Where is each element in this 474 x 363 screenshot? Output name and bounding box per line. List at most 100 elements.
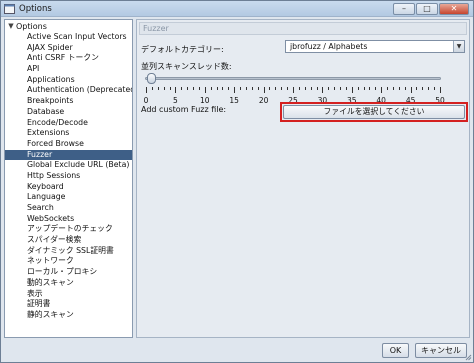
slider-tick xyxy=(340,87,342,90)
tree-item[interactable]: 証明書 xyxy=(5,299,132,310)
slider-tick xyxy=(216,87,218,90)
tree-item[interactable]: Breakpoints xyxy=(5,96,132,107)
window-title: Options xyxy=(19,4,52,14)
tree-item[interactable]: Applications xyxy=(5,75,132,86)
default-category-label: デフォルトカテゴリー: xyxy=(141,45,224,54)
tree-item[interactable]: Database xyxy=(5,107,132,118)
window-controls: – □ ✕ xyxy=(393,3,469,15)
slider-thumb[interactable] xyxy=(147,73,157,84)
slider-tick xyxy=(245,87,247,90)
slider-tick xyxy=(269,87,271,90)
slider-tick xyxy=(345,87,347,90)
threads-slider[interactable]: 0 5 10 15 20 25 30 35 40 45 50 xyxy=(143,73,445,105)
slider-tick xyxy=(351,87,353,93)
slider-tick-label: 0 xyxy=(143,96,149,105)
slider-tick xyxy=(275,87,277,90)
slider-tick xyxy=(175,87,177,93)
slider-tick xyxy=(240,87,242,90)
slider-tick xyxy=(251,87,253,90)
panel-title: Fuzzer xyxy=(139,22,467,35)
tree-item[interactable]: 表示 xyxy=(5,289,132,300)
tree-item[interactable]: Forced Browse xyxy=(5,139,132,150)
options-window: Options – □ ✕ ▼ Options Active Scan Inpu… xyxy=(0,0,474,363)
tree-item[interactable]: Active Scan Input Vectors xyxy=(5,32,132,43)
tree-item[interactable]: Language xyxy=(5,192,132,203)
slider-tick xyxy=(369,87,371,90)
slider-track[interactable] xyxy=(145,77,441,80)
cancel-button[interactable]: キャンセル xyxy=(415,343,467,358)
slider-tick xyxy=(151,87,153,90)
tree-item[interactable]: Fuzzer xyxy=(5,149,132,161)
tree-item[interactable]: API xyxy=(5,64,132,75)
tree-item[interactable]: Search xyxy=(5,203,132,214)
slider-tick xyxy=(404,87,406,90)
slider-tick xyxy=(440,87,441,93)
slider-tick xyxy=(204,87,206,93)
slider-tick xyxy=(422,87,424,90)
tree-item[interactable]: Encode/Decode xyxy=(5,118,132,129)
close-button[interactable]: ✕ xyxy=(439,3,469,15)
options-tree[interactable]: ▼ Options Active Scan Input Vectors AJAX … xyxy=(4,19,133,338)
slider-tick-label: 20 xyxy=(258,96,269,105)
tree-item[interactable]: 動的スキャン xyxy=(5,278,132,289)
slider-tick xyxy=(210,87,212,90)
slider-tick xyxy=(434,87,436,90)
slider-tick-label: 10 xyxy=(200,96,210,105)
choose-file-button[interactable]: ファイルを選択してください xyxy=(283,105,465,119)
title-bar[interactable]: Options – □ ✕ xyxy=(1,1,473,17)
fuzz-file-label: Add custom Fuzz file: xyxy=(141,105,227,114)
slider-tick xyxy=(328,87,330,90)
ok-button[interactable]: OK xyxy=(382,343,409,358)
slider-tick xyxy=(293,87,294,93)
tree-item[interactable]: Global Exclude URL (Beta) xyxy=(5,160,132,171)
slider-tick xyxy=(428,87,430,90)
slider-tick xyxy=(222,87,224,90)
chevron-down-icon[interactable]: ▼ xyxy=(453,41,464,52)
maximize-button[interactable]: □ xyxy=(416,3,438,15)
slider-tick xyxy=(146,87,147,93)
slider-tick xyxy=(316,87,318,90)
tree-item[interactable]: スパイダー検索 xyxy=(5,235,132,246)
slider-tick xyxy=(298,87,300,90)
slider-tick xyxy=(234,87,236,93)
slider-tick xyxy=(398,87,400,90)
slider-tick xyxy=(281,87,283,90)
options-panel: Fuzzer デフォルトカテゴリー: jbrofuzz / Alphabets … xyxy=(136,19,470,338)
tree-item[interactable]: Http Sessions xyxy=(5,171,132,182)
tree-item[interactable]: アップデートのチェック xyxy=(5,224,132,235)
app-icon xyxy=(4,4,15,14)
slider-tick xyxy=(169,87,171,90)
slider-tick xyxy=(287,87,289,90)
slider-tick xyxy=(357,87,359,90)
slider-tick xyxy=(416,87,418,90)
slider-tick-label: 5 xyxy=(173,96,178,105)
slider-tick xyxy=(187,87,189,90)
default-category-select[interactable]: jbrofuzz / Alphabets ▼ xyxy=(285,40,465,53)
slider-tick xyxy=(334,87,336,90)
tree-root[interactable]: ▼ Options xyxy=(6,21,47,32)
slider-tick xyxy=(181,87,183,90)
tree-item-list: Active Scan Input Vectors AJAX Spider Anti… xyxy=(5,32,132,321)
slider-tick xyxy=(363,87,365,90)
slider-tick xyxy=(257,87,259,90)
slider-tick xyxy=(310,87,312,90)
tree-item[interactable]: ネットワーク xyxy=(5,256,132,267)
tree-item[interactable]: WebSockets xyxy=(5,214,132,225)
slider-tick xyxy=(392,87,394,90)
tree-item[interactable]: ローカル・プロキシ xyxy=(5,267,132,278)
slider-tick xyxy=(193,87,195,90)
collapse-caret-icon[interactable]: ▼ xyxy=(6,21,16,32)
tree-item[interactable]: ダイナミック SSL証明書 xyxy=(5,246,132,257)
tree-item[interactable]: Anti CSRF トークン xyxy=(5,53,132,64)
resize-grip-icon[interactable] xyxy=(465,354,472,361)
tree-item[interactable]: Extensions xyxy=(5,128,132,139)
slider-tick xyxy=(263,87,265,93)
slider-tick xyxy=(387,87,389,90)
tree-item[interactable]: 静的スキャン xyxy=(5,310,132,321)
slider-tick xyxy=(304,87,306,90)
tree-item[interactable]: Authentication (Deprecated) xyxy=(5,85,132,96)
slider-tick xyxy=(375,87,377,90)
minimize-button[interactable]: – xyxy=(393,3,415,15)
tree-item[interactable]: AJAX Spider xyxy=(5,43,132,54)
tree-item[interactable]: Keyboard xyxy=(5,182,132,193)
